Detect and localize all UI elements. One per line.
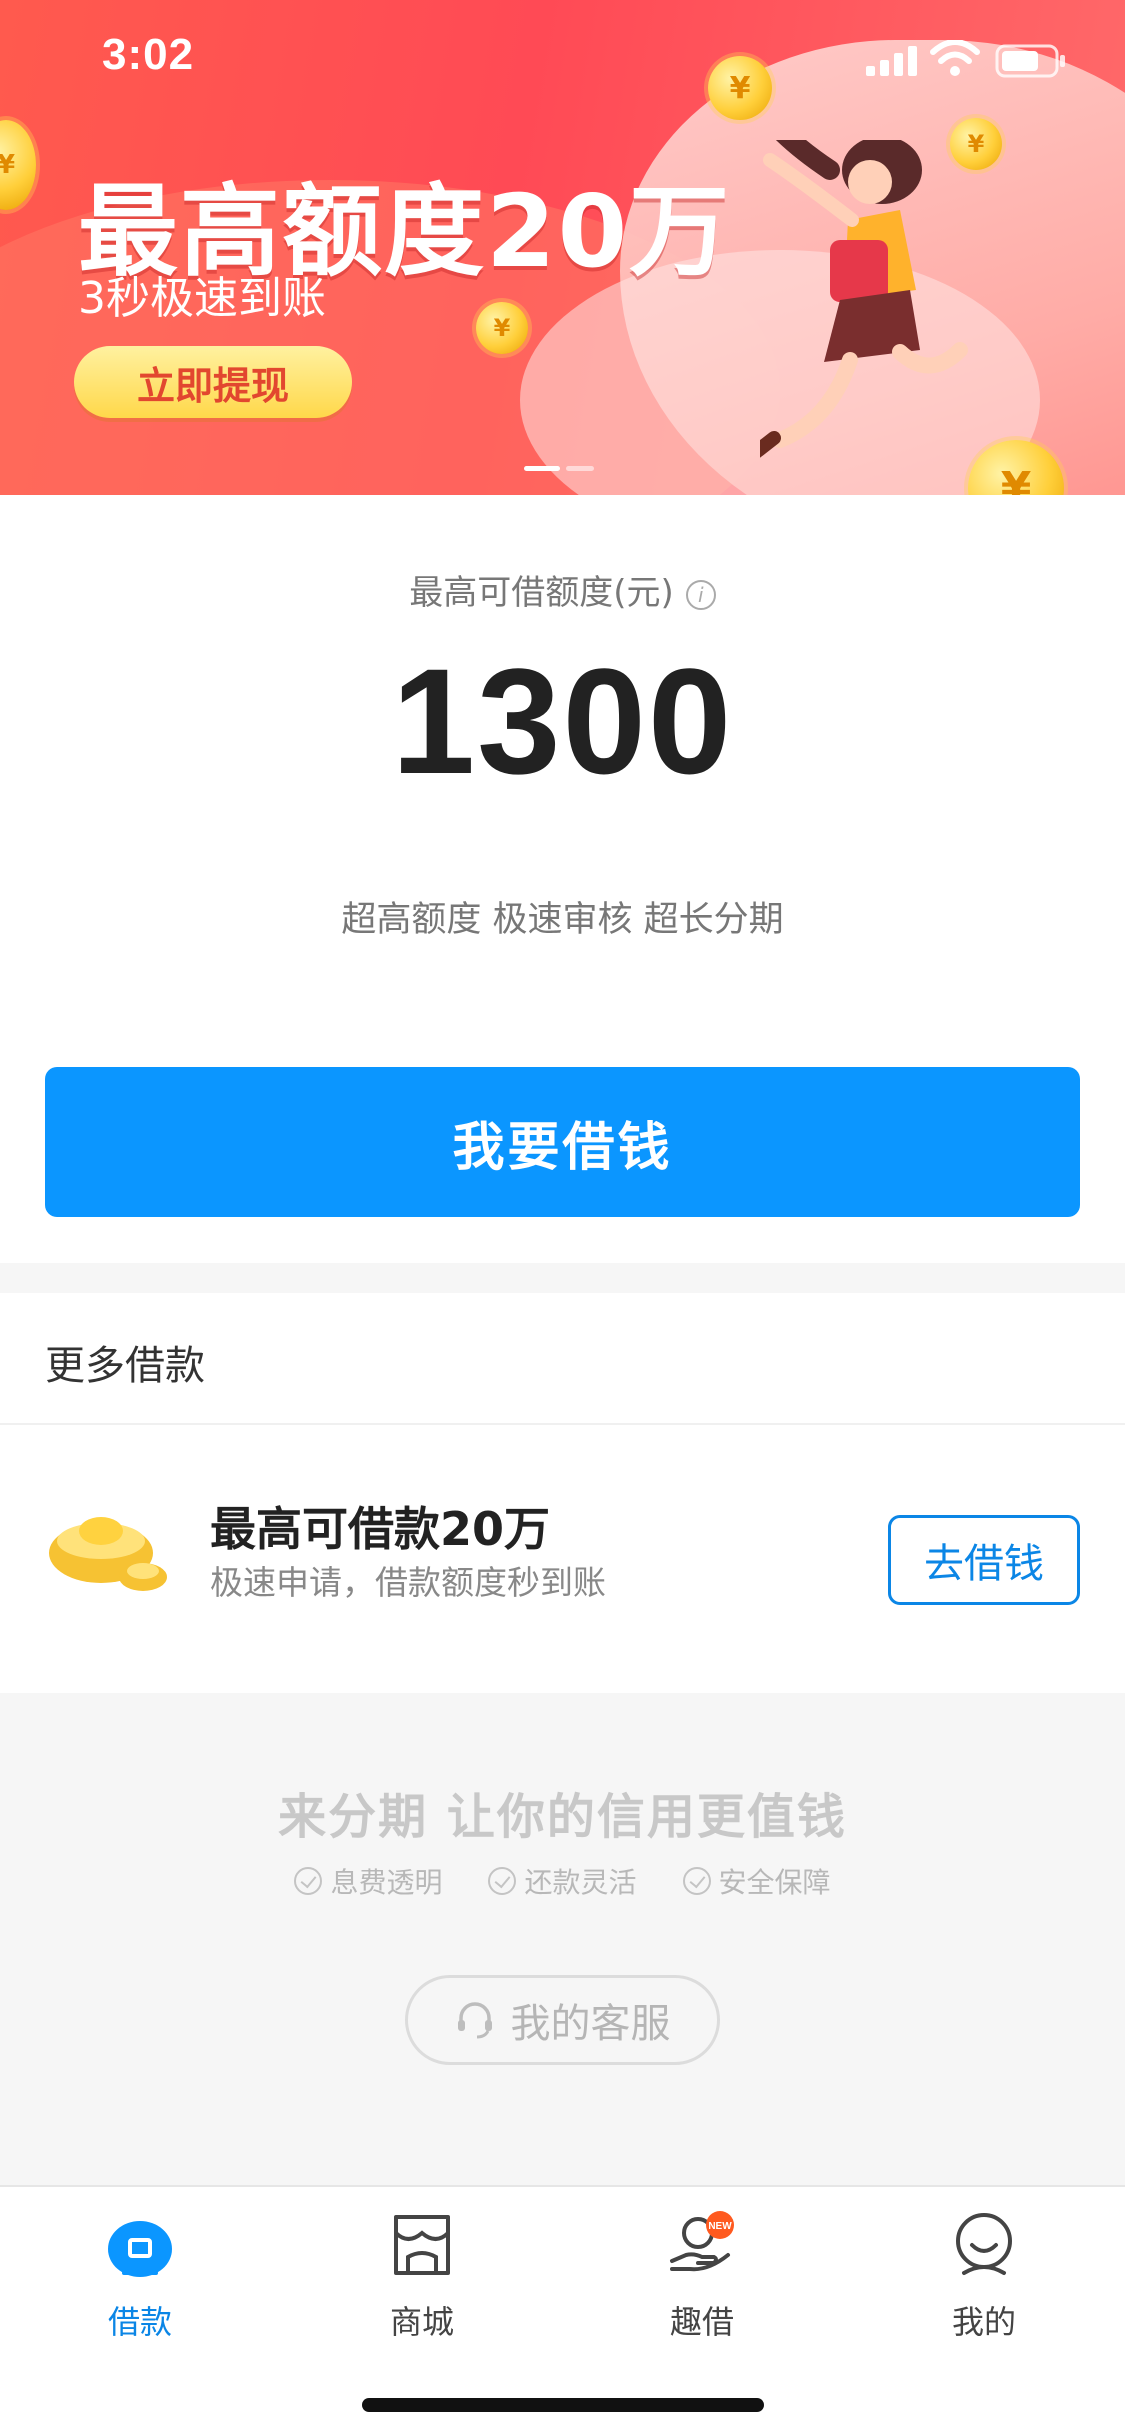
headset-icon — [457, 2002, 492, 2039]
loan-icon — [108, 2221, 172, 2277]
coin-icon: ¥ — [0, 120, 36, 210]
loan-offer-title: 最高可借款20万 — [210, 1502, 551, 1556]
credit-limit-card: 最高可借额度(元) i 1300 超高额度 极速审核 超长分期 我要借钱 — [0, 495, 1125, 1263]
carousel-indicator — [524, 466, 594, 471]
banner-subline: 3秒极速到账 — [78, 273, 326, 324]
wifi-icon — [930, 40, 980, 76]
info-icon[interactable]: i — [685, 580, 716, 610]
more-loans-section: 更多借款 最高可借款20万 极速申请，借款额度秒到账 去借钱 — [0, 1293, 1125, 1693]
customer-service-button[interactable]: 我的客服 — [405, 1975, 720, 2065]
check-circle-icon — [488, 1867, 517, 1895]
home-indicator[interactable] — [362, 2398, 764, 2412]
loan-offer-subtitle: 极速申请，借款额度秒到账 — [210, 1563, 606, 1602]
girl-illustration — [760, 140, 968, 458]
gold-ingot-icon — [49, 1517, 167, 1591]
limit-features: 超高额度 极速审核 超长分期 — [341, 900, 784, 940]
limit-label: 最高可借额度(元) — [409, 573, 674, 613]
promo-point: 安全保障 — [682, 1861, 831, 1901]
profile-icon — [956, 2213, 1012, 2275]
promo-point-label: 安全保障 — [718, 1866, 831, 1899]
check-circle-icon — [682, 1867, 711, 1895]
customer-service-label: 我的客服 — [510, 2001, 671, 2047]
tab-label: 我的 — [951, 2303, 1016, 2341]
limit-amount: 1300 — [391, 637, 734, 805]
withdraw-now-button[interactable]: 立即提现 — [74, 346, 352, 418]
divider — [0, 1423, 1125, 1425]
signal-icon — [866, 46, 917, 76]
battery-icon — [995, 44, 1065, 78]
promo-section: 来分期 让你的信用更值钱 息费透明 还款灵活 安全保障 我的客服 — [0, 1693, 1125, 2185]
tab-label: 借款 — [107, 2303, 172, 2341]
tab-store[interactable]: 商城 — [322, 2211, 522, 2351]
promo-title: 来分期 让你的信用更值钱 — [278, 1789, 847, 1845]
tab-profile[interactable]: 我的 — [884, 2211, 1084, 2351]
promo-point-label: 还款灵活 — [524, 1866, 637, 1899]
tab-fun-borrow[interactable]: NEW 趣借 — [602, 2211, 802, 2351]
status-bar: 3:02 — [0, 0, 1125, 120]
promo-point: 还款灵活 — [488, 1861, 637, 1901]
go-borrow-button[interactable]: 去借钱 — [888, 1515, 1080, 1605]
new-badge: NEW — [708, 2221, 732, 2232]
store-icon — [394, 2215, 450, 2275]
carousel-dot — [524, 466, 560, 471]
promo-point: 息费透明 — [294, 1861, 442, 1901]
promo-points: 息费透明 还款灵活 安全保障 — [0, 1861, 1125, 1901]
tab-label: 商城 — [389, 2303, 454, 2341]
tab-loan[interactable]: 借款 — [40, 2211, 240, 2351]
borrow-money-button[interactable]: 我要借钱 — [45, 1067, 1080, 1217]
coin-icon: ¥ — [476, 302, 528, 354]
promo-point-label: 息费透明 — [330, 1866, 443, 1899]
status-time: 3:02 — [102, 30, 195, 79]
section-title: 更多借款 — [45, 1343, 205, 1389]
carousel-dot — [566, 466, 594, 471]
limit-label-row: 最高可借额度(元) i — [0, 565, 1125, 614]
hand-coin-icon: NEW — [670, 2211, 734, 2272]
check-circle-icon — [294, 1867, 323, 1895]
tab-label: 趣借 — [669, 2303, 734, 2341]
